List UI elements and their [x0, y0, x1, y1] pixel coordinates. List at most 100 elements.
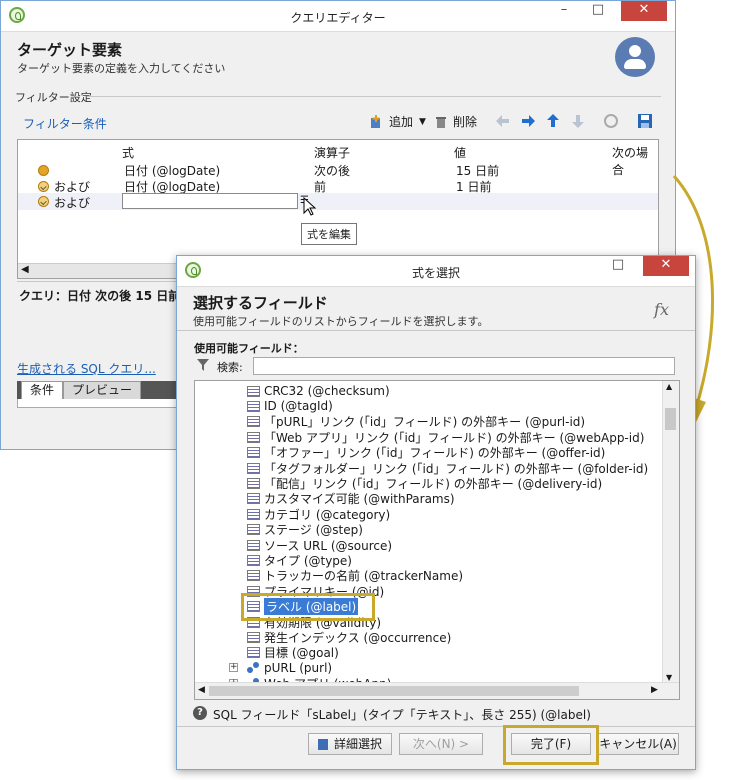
help-icon: ? — [193, 706, 207, 720]
field-label: 目標 (@goal) — [264, 646, 339, 661]
trash-icon — [436, 116, 446, 128]
scroll-left-icon[interactable]: ◀ — [198, 685, 205, 695]
list-item[interactable]: ID (@tagId) — [247, 398, 333, 414]
field-icon — [247, 385, 260, 397]
tab-conditions[interactable]: 条件 — [21, 381, 64, 400]
field-icon — [247, 400, 260, 412]
field-icon — [247, 447, 260, 459]
field-icon — [247, 431, 260, 443]
chevron-down-icon[interactable]: ▼ — [419, 117, 426, 127]
filter-conditions-link[interactable]: フィルター条件 — [23, 115, 107, 132]
field-icon — [247, 524, 260, 536]
tab-panel — [17, 399, 179, 408]
header-subtitle: ターゲット要素の定義を入力してください — [17, 62, 226, 75]
add-icon — [371, 114, 380, 128]
list-item[interactable]: pURL (purl) — [247, 660, 332, 676]
expand-node-icon[interactable]: + — [229, 663, 238, 673]
mouse-cursor-icon — [303, 197, 317, 216]
scroll-left-icon[interactable]: ◀ — [21, 264, 29, 275]
search-label: 検索: — [217, 361, 243, 374]
list-item[interactable]: カテゴリ (@category) — [247, 506, 390, 522]
field-icon — [247, 508, 260, 520]
field-icon — [247, 416, 260, 428]
header-subtitle: 使用可能フィールドのリストからフィールドを選択します。 — [193, 315, 489, 328]
divider — [17, 281, 177, 282]
list-item[interactable]: CRC32 (@checksum) — [247, 383, 390, 399]
tooltip: 式を編集 — [301, 223, 357, 245]
close-icon[interactable]: ✕ — [621, 1, 667, 21]
tree-vertical-scrollbar[interactable]: ▲ ▼ — [662, 381, 679, 683]
list-item[interactable]: 発生インデックス (@occurrence) — [247, 629, 451, 645]
selected-field-highlight — [241, 593, 375, 621]
arrow-up-icon[interactable] — [545, 113, 561, 129]
field-icon — [247, 631, 260, 643]
search-input[interactable] — [253, 357, 675, 375]
field-label: pURL (purl) — [264, 661, 333, 676]
field-icon — [247, 462, 260, 474]
list-item[interactable]: 「pURL」リンク (「id」フィールド) の外部キー (@purl-id) — [247, 414, 585, 430]
column-header-expression[interactable]: 式 — [122, 144, 134, 161]
row-connector: および — [54, 196, 91, 210]
list-item[interactable]: カスタマイズ可能 (@withParams) — [247, 491, 455, 507]
maximize-icon[interactable]: □ — [603, 256, 633, 276]
available-fields-label: 使用可能フィールド： — [194, 342, 304, 355]
field-icon — [247, 570, 260, 582]
list-item[interactable]: 「Web アプリ」リンク (「id」フィールド) の外部キー (@webApp-… — [247, 429, 644, 445]
close-icon[interactable]: ✕ — [643, 256, 689, 276]
delete-button[interactable]: 削除 — [434, 113, 477, 130]
list-item[interactable]: 「タグフォルダー」リンク (「id」フィールド) の外部キー (@folder-… — [247, 460, 648, 476]
scroll-right-icon[interactable]: ▶ — [651, 685, 658, 695]
field-icon — [247, 477, 260, 489]
list-item[interactable]: 「オファー」リンク (「id」フィールド) の外部キー (@offer-id) — [247, 445, 605, 461]
query-summary: クエリ：日付 次の後 15 日前 お — [19, 289, 197, 303]
user-avatar-icon — [615, 37, 655, 77]
status-text: SQL フィールド「sLabel」(タイプ「テキスト」、長さ 255) (@la… — [213, 708, 591, 722]
add-label: 追加 — [389, 115, 414, 129]
row-operator: 次の後 — [314, 164, 351, 178]
and-connector-icon — [38, 181, 49, 192]
table-row[interactable]: および ☰ — [18, 193, 658, 210]
field-label: ID (@tagId) — [264, 399, 333, 414]
list-item[interactable]: 「配信」リンク (「id」フィールド) の外部キー (@delivery-id) — [247, 475, 602, 491]
select-expression-window: 式を選択 □ ✕ 選択するフィールド 使用可能フィールドのリストからフィールドを… — [176, 255, 696, 770]
title-bar: クエリエディター – □ ✕ — [1, 1, 675, 32]
arrow-left-icon[interactable] — [495, 113, 511, 129]
cancel-button[interactable]: キャンセル(A) — [597, 733, 679, 755]
minimize-icon[interactable]: – — [549, 1, 579, 21]
header-title: ターゲット要素 — [17, 41, 123, 59]
scroll-down-icon[interactable]: ▼ — [666, 673, 672, 682]
link-icon — [247, 662, 260, 674]
list-item[interactable]: トラッカーの名前 (@trackerName) — [247, 568, 463, 584]
list-item[interactable]: ソース URL (@source) — [247, 537, 392, 553]
filter-icon — [197, 359, 209, 371]
field-icon — [247, 493, 260, 505]
tab-preview[interactable]: プレビュー — [63, 381, 142, 400]
list-item[interactable]: ステージ (@step) — [247, 522, 363, 538]
expression-input[interactable] — [122, 193, 298, 209]
row-expression: 日付 (@logDate) — [124, 164, 221, 178]
list-item[interactable]: 目標 (@goal) — [247, 645, 339, 661]
column-header-condition[interactable]: 次の場合 — [612, 144, 658, 178]
fx-icon: fx — [654, 300, 669, 319]
tree-horizontal-scrollbar[interactable]: ◀ ▶ — [195, 682, 679, 699]
finish-button-highlight — [503, 725, 599, 765]
refresh-icon[interactable] — [603, 113, 619, 129]
add-button[interactable]: 追加 ▼ — [369, 113, 426, 130]
arrow-down-icon[interactable] — [570, 113, 586, 129]
column-header-operator[interactable]: 演算子 — [314, 144, 350, 161]
scroll-thumb[interactable] — [665, 408, 676, 430]
scroll-up-icon[interactable]: ▲ — [666, 382, 672, 391]
scroll-thumb[interactable] — [209, 686, 579, 696]
list-item[interactable]: タイプ (@type) — [247, 552, 352, 568]
header-title: 選択するフィールド — [193, 294, 328, 312]
arrow-right-icon[interactable] — [520, 113, 536, 129]
field-icon — [247, 554, 260, 566]
column-header-value[interactable]: 値 — [454, 144, 466, 161]
maximize-icon[interactable]: □ — [583, 1, 613, 21]
row-value: 15 日前 — [456, 164, 500, 178]
advanced-selection-button[interactable]: 詳細選択 — [308, 733, 392, 755]
save-icon[interactable] — [637, 113, 653, 129]
field-icon — [247, 647, 260, 659]
generated-sql-link[interactable]: 生成される SQL クエリ... — [17, 360, 156, 377]
next-button[interactable]: 次へ(N) > — [399, 733, 483, 755]
